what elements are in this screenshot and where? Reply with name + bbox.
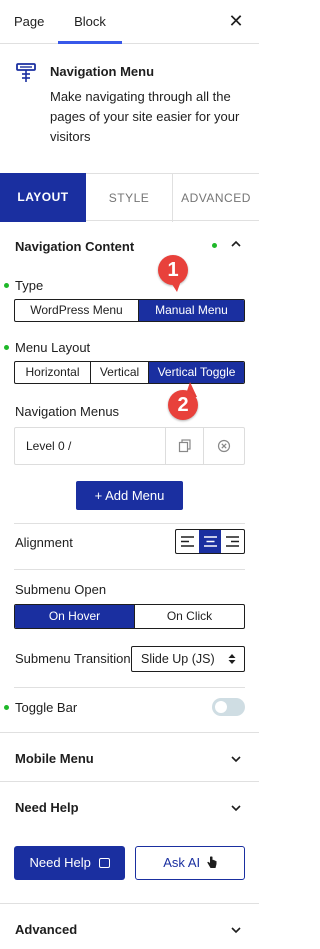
annotation-badge-2: 2 — [168, 390, 198, 420]
layout-option-horizontal[interactable]: Horizontal — [15, 362, 91, 383]
remove-icon[interactable] — [217, 439, 231, 453]
navigation-menus-label: Navigation Menus — [15, 404, 120, 419]
toggle-bar-label: Toggle Bar — [15, 700, 78, 715]
pointer-hand-icon — [207, 856, 217, 868]
badge-pointer — [168, 278, 182, 292]
tab-block[interactable]: Block — [58, 0, 122, 44]
submenu-transition-label: Submenu Transition — [15, 651, 131, 666]
modified-indicator — [212, 243, 217, 248]
align-center-button[interactable] — [198, 530, 222, 553]
select-arrows-icon — [228, 654, 236, 664]
navigation-menu-icon — [16, 63, 36, 82]
modified-indicator — [4, 283, 9, 288]
panel-title-need-help[interactable]: Need Help — [15, 800, 79, 815]
layout-option-vertical[interactable]: Vertical — [91, 362, 149, 383]
panel-title-mobile-menu[interactable]: Mobile Menu — [15, 751, 94, 766]
chevron-down-icon[interactable] — [231, 754, 241, 764]
panel-title-advanced[interactable]: Advanced — [15, 922, 77, 937]
align-left-button[interactable] — [176, 530, 199, 553]
alignment-control — [175, 529, 245, 554]
modified-indicator — [4, 345, 9, 350]
type-label: Type — [15, 278, 44, 293]
submenu-open-toggle: On Hover On Click — [14, 604, 245, 629]
submenu-open-on-hover[interactable]: On Hover — [15, 605, 135, 628]
menu-item-label: Level 0 / — [26, 439, 72, 453]
tab-advanced[interactable]: ADVANCED — [173, 174, 259, 222]
tab-layout[interactable]: LAYOUT — [0, 173, 86, 222]
toggle-knob — [215, 701, 227, 713]
menu-layout-label: Menu Layout — [15, 340, 91, 355]
menu-item-row[interactable]: Level 0 / — [14, 427, 245, 465]
ask-ai-label: Ask AI — [163, 855, 201, 870]
add-menu-button[interactable]: + Add Menu — [76, 481, 183, 510]
divider — [203, 428, 204, 464]
divider — [14, 569, 245, 570]
divider — [0, 732, 259, 733]
tab-page[interactable]: Page — [14, 0, 44, 44]
sidebar-tabs: Page Block ✕ — [0, 0, 259, 44]
chevron-down-icon[interactable] — [231, 803, 241, 813]
type-option-manual-menu[interactable]: Manual Menu — [139, 300, 244, 321]
divider — [14, 687, 245, 688]
layout-option-vertical-toggle[interactable]: Vertical Toggle — [149, 362, 244, 383]
tab-style[interactable]: STYLE — [86, 174, 173, 222]
chevron-down-icon[interactable] — [231, 925, 241, 935]
toggle-bar-switch[interactable] — [212, 698, 245, 716]
submenu-open-on-click[interactable]: On Click — [135, 605, 244, 628]
align-right-icon — [226, 536, 240, 547]
close-icon[interactable]: ✕ — [227, 12, 245, 30]
type-toggle: WordPress Menu Manual Menu — [14, 299, 245, 322]
panel-title-navigation-content[interactable]: Navigation Content — [15, 239, 134, 254]
submenu-transition-value: Slide Up (JS) — [141, 652, 215, 666]
divider — [0, 903, 259, 904]
block-title: Navigation Menu — [50, 64, 155, 79]
ask-ai-button[interactable]: Ask AI — [135, 846, 245, 880]
need-help-label: Need Help — [29, 855, 91, 870]
submenu-open-label: Submenu Open — [15, 582, 107, 597]
alignment-label: Alignment — [15, 535, 73, 550]
align-center-icon — [203, 536, 217, 547]
settings-tabs: LAYOUT STYLE ADVANCED — [0, 173, 259, 222]
duplicate-icon[interactable] — [178, 439, 192, 453]
divider — [165, 428, 166, 464]
align-right-button[interactable] — [221, 530, 244, 553]
align-left-icon — [181, 536, 194, 547]
active-tab-indicator — [58, 41, 122, 44]
divider — [0, 781, 259, 782]
modified-indicator — [4, 705, 9, 710]
chat-icon — [98, 858, 110, 868]
block-description: Make navigating through all the pages of… — [50, 89, 240, 144]
chevron-up-icon[interactable] — [231, 239, 241, 249]
menu-layout-toggle: Horizontal Vertical Vertical Toggle — [14, 361, 245, 384]
submenu-transition-select[interactable]: Slide Up (JS) — [131, 646, 245, 672]
divider — [14, 523, 245, 524]
type-option-wordpress-menu[interactable]: WordPress Menu — [15, 300, 139, 321]
need-help-button[interactable]: Need Help — [14, 846, 125, 880]
